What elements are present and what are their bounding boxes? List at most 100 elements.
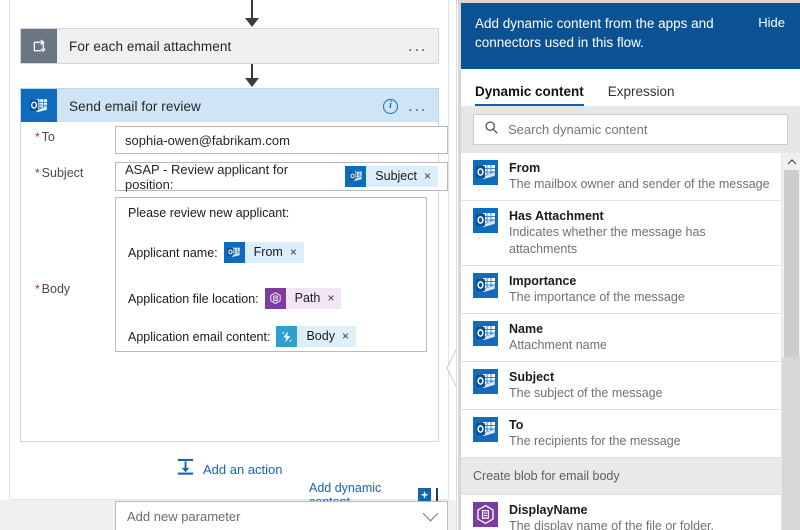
body-line-text: Please review new applicant: <box>128 206 289 220</box>
node-title: Send email for review <box>57 99 383 114</box>
list-item[interactable]: From The mailbox owner and sender of the… <box>461 153 781 201</box>
to-input[interactable]: sophia-owen@fabrikam.com <box>115 126 448 154</box>
list-item-texts: From The mailbox owner and sender of the… <box>509 160 770 193</box>
list-item-texts: Importance The importance of the message <box>509 273 685 306</box>
body-label: *Body <box>21 282 107 296</box>
required-indicator: * <box>35 166 40 180</box>
list-item-name: Has Attachment <box>509 208 771 224</box>
list-item[interactable]: Importance The importance of the message <box>461 266 781 314</box>
callout-pointer <box>444 345 457 391</box>
tab-expression[interactable]: Expression <box>608 84 675 106</box>
add-an-action-button[interactable]: Add an action <box>176 457 283 481</box>
info-icon[interactable]: i <box>383 99 398 114</box>
list-item-name: From <box>509 160 770 176</box>
overflow-menu-icon[interactable]: ... <box>408 102 427 110</box>
list-item-name: Name <box>509 321 607 337</box>
list-item-texts: To The recipients for the message <box>509 417 681 450</box>
body-line-1: Applicant name: From <box>128 242 304 263</box>
scrollbar-thumb[interactable] <box>784 170 799 357</box>
token-path[interactable]: Path × <box>265 288 342 309</box>
to-label: *To <box>21 130 107 144</box>
token-body-expression[interactable]: Body × <box>276 326 356 347</box>
action-card-body: *To sophia-owen@fabrikam.com *Subject AS… <box>20 122 439 442</box>
to-value: sophia-owen@fabrikam.com <box>125 133 290 148</box>
token-subject[interactable]: Subject × <box>345 166 438 187</box>
node-for-each-email-attachment[interactable]: For each email attachment ... <box>20 28 439 64</box>
token-label: Body <box>297 326 342 347</box>
token-from[interactable]: From × <box>224 242 304 263</box>
dynamic-content-header: Add dynamic content from the apps and co… <box>461 3 800 69</box>
close-icon[interactable]: × <box>342 326 356 347</box>
list-item-name: To <box>509 417 681 433</box>
loop-icon <box>21 29 57 63</box>
node-send-email-for-review[interactable]: Send email for review i ... <box>20 88 439 124</box>
outlook-icon <box>21 89 57 123</box>
list-item-desc: The recipients for the message <box>509 433 681 450</box>
outlook-icon <box>473 417 498 442</box>
list-item-name: Importance <box>509 273 685 289</box>
list-item-desc: The importance of the message <box>509 289 685 306</box>
scroll-up-icon[interactable] <box>782 153 800 170</box>
list-item-desc: Indicates whether the message has attach… <box>509 224 771 258</box>
subject-text: ASAP - Review applicant for position: <box>125 162 339 192</box>
list-scrollbar[interactable] <box>781 153 800 530</box>
body-line-text: Applicant name: <box>128 246 218 260</box>
flow-designer-screen: For each email attachment ... <box>0 0 800 530</box>
list-item-desc: Attachment name <box>509 337 607 354</box>
close-icon[interactable]: × <box>327 288 341 309</box>
subject-input[interactable]: ASAP - Review applicant for position: Su… <box>115 162 448 191</box>
list-item-name: DisplayName <box>509 502 714 518</box>
close-icon[interactable]: × <box>424 166 438 187</box>
body-line-text: Application file location: <box>128 292 259 306</box>
list-group-header: Create blob for email body <box>461 458 781 495</box>
hide-button[interactable]: Hide <box>758 15 785 30</box>
token-body: Path × <box>286 288 342 309</box>
subject-label: *Subject <box>21 166 107 180</box>
list-item[interactable]: DisplayName The display name of the file… <box>461 495 781 530</box>
search-area: Search dynamic content <box>461 106 800 153</box>
field-row-body: *Body <box>21 282 107 296</box>
outlook-icon <box>473 273 498 298</box>
outlook-icon <box>224 242 245 263</box>
outlook-icon <box>473 208 498 233</box>
dynamic-content-header-title: Add dynamic content from the apps and co… <box>475 14 730 52</box>
list-item-desc: The mailbox owner and sender of the mess… <box>509 176 770 193</box>
dynamic-content-list[interactable]: From The mailbox owner and sender of the… <box>461 153 781 530</box>
search-icon <box>484 120 499 140</box>
node-tools: i ... <box>383 99 438 114</box>
list-item-desc: The display name of the file or folder. <box>509 518 714 530</box>
token-body: Body × <box>297 326 356 347</box>
body-input[interactable]: Please review new applicant: Applicant n… <box>115 197 427 352</box>
outlook-icon <box>473 321 498 346</box>
body-line-2: Application file location: Path <box>128 288 341 309</box>
list-item[interactable]: Name Attachment name <box>461 314 781 362</box>
outlook-icon <box>473 160 498 185</box>
close-icon[interactable]: × <box>290 242 304 263</box>
blob-icon <box>473 502 498 527</box>
insert-below-icon <box>176 457 195 481</box>
search-input[interactable]: Search dynamic content <box>473 114 788 145</box>
node-tools: ... <box>408 42 438 50</box>
body-line-text: Application email content: <box>128 330 270 344</box>
tab-dynamic-content[interactable]: Dynamic content <box>475 84 584 106</box>
add-new-parameter-dropdown[interactable]: Add new parameter <box>115 501 448 530</box>
dynamic-content-tabs: Dynamic content Expression <box>461 69 800 106</box>
chevron-down-icon <box>423 505 439 521</box>
list-item[interactable]: To The recipients for the message <box>461 410 781 458</box>
required-indicator: * <box>35 282 40 296</box>
blob-icon <box>265 288 286 309</box>
body-line-0: Please review new applicant: <box>128 206 289 220</box>
list-item[interactable]: Has Attachment Indicates whether the mes… <box>461 201 781 266</box>
field-row-to: *To <box>21 130 107 144</box>
search-placeholder: Search dynamic content <box>508 122 647 137</box>
node-title: For each email attachment <box>57 39 408 54</box>
overflow-menu-icon[interactable]: ... <box>408 42 427 50</box>
add-an-action-label: Add an action <box>203 462 283 477</box>
list-item-texts: DisplayName The display name of the file… <box>509 502 714 530</box>
scrollbar-track[interactable] <box>782 357 800 530</box>
dynamic-content-panel: Add dynamic content from the apps and co… <box>458 0 800 530</box>
outlook-icon <box>345 166 366 187</box>
token-label: Subject <box>366 166 424 187</box>
list-item[interactable]: Subject The subject of the message <box>461 362 781 410</box>
list-item-texts: Subject The subject of the message <box>509 369 663 402</box>
